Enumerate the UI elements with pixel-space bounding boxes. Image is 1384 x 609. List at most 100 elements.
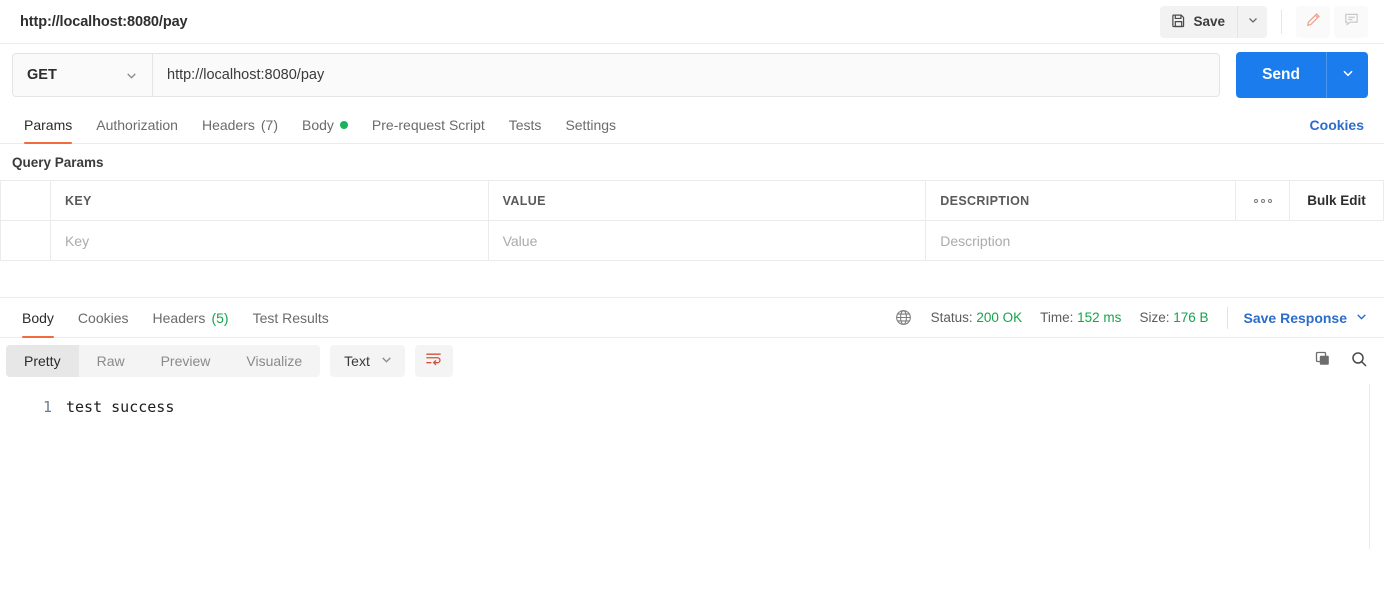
response-tab-body-label: Body <box>22 309 54 326</box>
code-right-divider <box>1369 384 1370 549</box>
response-tab-body[interactable]: Body <box>10 298 66 338</box>
row-key-input[interactable]: Key <box>50 220 489 261</box>
send-dropdown-button[interactable] <box>1326 52 1368 98</box>
code-line: 1 test success <box>0 396 1384 418</box>
query-params-table-wrap: KEY VALUE DESCRIPTION Bulk Edit Key Valu… <box>0 180 1384 261</box>
response-tab-test-results-label: Test Results <box>252 309 329 326</box>
floppy-disk-icon <box>1171 13 1186 31</box>
tab-authorization[interactable]: Authorization <box>84 106 190 143</box>
size-value: 176 B <box>1173 310 1209 325</box>
save-button-label: Save <box>1193 14 1225 29</box>
comments-button[interactable] <box>1334 5 1368 38</box>
status-divider <box>1226 306 1228 329</box>
chevron-down-icon <box>380 353 393 369</box>
view-mode-visualize[interactable]: Visualize <box>228 345 320 377</box>
chevron-down-icon <box>1341 66 1355 85</box>
size-badge: Size: 176 B <box>1139 310 1208 325</box>
column-header-description: DESCRIPTION <box>925 180 1237 221</box>
http-method-label: GET <box>27 67 57 83</box>
response-body-actions <box>1314 350 1368 373</box>
request-header-bar: http://localhost:8080/pay Save <box>0 0 1384 44</box>
response-tab-cookies-label: Cookies <box>77 309 129 326</box>
tab-headers-count: (7) <box>260 116 278 133</box>
tab-body[interactable]: Body <box>290 106 360 143</box>
search-button[interactable] <box>1350 350 1368 373</box>
cookies-link[interactable]: Cookies <box>1310 106 1368 143</box>
query-params-title: Query Params <box>12 154 104 170</box>
response-tab-test-results[interactable]: Test Results <box>241 298 341 337</box>
time-label: Time: <box>1040 310 1074 325</box>
tab-params[interactable]: Params <box>12 106 84 144</box>
status-label: Status: <box>930 310 973 325</box>
row-checkbox-cell[interactable] <box>0 220 51 261</box>
wrap-lines-icon <box>424 349 443 373</box>
send-button-group: Send <box>1236 52 1368 98</box>
view-mode-pretty[interactable]: Pretty <box>6 345 79 377</box>
column-header-value: VALUE <box>488 180 927 221</box>
header-actions: Save <box>1160 0 1368 43</box>
copy-button[interactable] <box>1314 350 1332 373</box>
request-tab-title: http://localhost:8080/pay <box>20 13 188 30</box>
save-response-label: Save Response <box>1243 309 1348 326</box>
response-tab-headers[interactable]: Headers (5) <box>141 298 241 337</box>
column-header-key: KEY <box>50 180 489 221</box>
comment-icon <box>1343 11 1360 33</box>
save-button-group: Save <box>1160 5 1267 38</box>
save-response-button[interactable]: Save Response <box>1244 310 1369 326</box>
save-dropdown-button[interactable] <box>1237 5 1267 38</box>
time-badge: Time: 152 ms <box>1040 310 1121 325</box>
row-value-input[interactable]: Value <box>488 220 927 261</box>
request-tabs: Params Authorization Headers (7) Body Pr… <box>0 106 1384 144</box>
response-format-label: Text <box>344 353 370 369</box>
body-modified-dot-icon <box>339 120 348 129</box>
tab-params-label: Params <box>24 116 73 133</box>
response-status-bar: Status: 200 OK Time: 152 ms Size: 176 B … <box>894 298 1368 337</box>
status-value: 200 OK <box>976 310 1023 325</box>
table-header-row: KEY VALUE DESCRIPTION Bulk Edit <box>0 180 1384 221</box>
edit-request-button[interactable] <box>1296 5 1330 38</box>
pencil-icon <box>1305 11 1322 33</box>
tab-settings[interactable]: Settings <box>553 106 628 143</box>
header-divider <box>1281 9 1282 34</box>
response-body-toolbar: Pretty Raw Preview Visualize Text <box>0 338 1384 384</box>
http-method-select[interactable]: GET <box>12 53 152 97</box>
response-tab-headers-count: (5) <box>211 309 229 326</box>
line-number: 1 <box>42 398 52 416</box>
tab-body-label: Body <box>302 116 334 133</box>
tab-authorization-label: Authorization <box>96 116 178 133</box>
request-url-input[interactable]: http://localhost:8080/pay <box>152 53 1221 97</box>
view-mode-raw[interactable]: Raw <box>79 345 143 377</box>
view-mode-preview[interactable]: Preview <box>143 345 229 377</box>
copy-icon <box>1314 350 1332 373</box>
wrap-lines-button[interactable] <box>414 345 453 377</box>
send-button[interactable]: Send <box>1236 52 1326 98</box>
status-badge: Status: 200 OK <box>931 310 1023 325</box>
tab-tests-label: Tests <box>508 116 542 133</box>
ellipsis-circles-icon <box>1236 198 1289 203</box>
response-tab-headers-label: Headers <box>152 309 206 326</box>
response-tab-cookies[interactable]: Cookies <box>66 298 141 337</box>
time-value: 152 ms <box>1077 310 1122 325</box>
row-spacer-dots <box>1235 220 1290 261</box>
line-text: test success <box>66 398 175 416</box>
select-all-cell[interactable] <box>0 180 51 221</box>
row-spacer-bulk <box>1289 220 1384 261</box>
tab-settings-label: Settings <box>565 116 617 133</box>
request-url-bar: GET http://localhost:8080/pay Send <box>0 44 1384 106</box>
bulk-edit-button[interactable]: Bulk Edit <box>1289 180 1384 221</box>
save-button[interactable]: Save <box>1160 6 1237 38</box>
query-params-table: KEY VALUE DESCRIPTION Bulk Edit Key Valu… <box>0 180 1384 261</box>
size-label: Size: <box>1139 310 1170 325</box>
search-icon <box>1350 350 1368 373</box>
chevron-down-icon <box>125 69 138 82</box>
row-description-input[interactable]: Description <box>925 220 1236 261</box>
table-row: Key Value Description <box>0 220 1384 261</box>
response-body-code[interactable]: 1 test success <box>0 384 1384 549</box>
tab-pre-request-script[interactable]: Pre-request Script <box>360 106 497 143</box>
table-options-button[interactable] <box>1235 180 1291 221</box>
response-tabs: Body Cookies Headers (5) Test Results St… <box>0 298 1384 338</box>
globe-icon[interactable] <box>894 308 913 327</box>
tab-tests[interactable]: Tests <box>497 106 554 143</box>
tab-headers[interactable]: Headers (7) <box>190 106 290 143</box>
response-format-select[interactable]: Text <box>330 345 405 377</box>
